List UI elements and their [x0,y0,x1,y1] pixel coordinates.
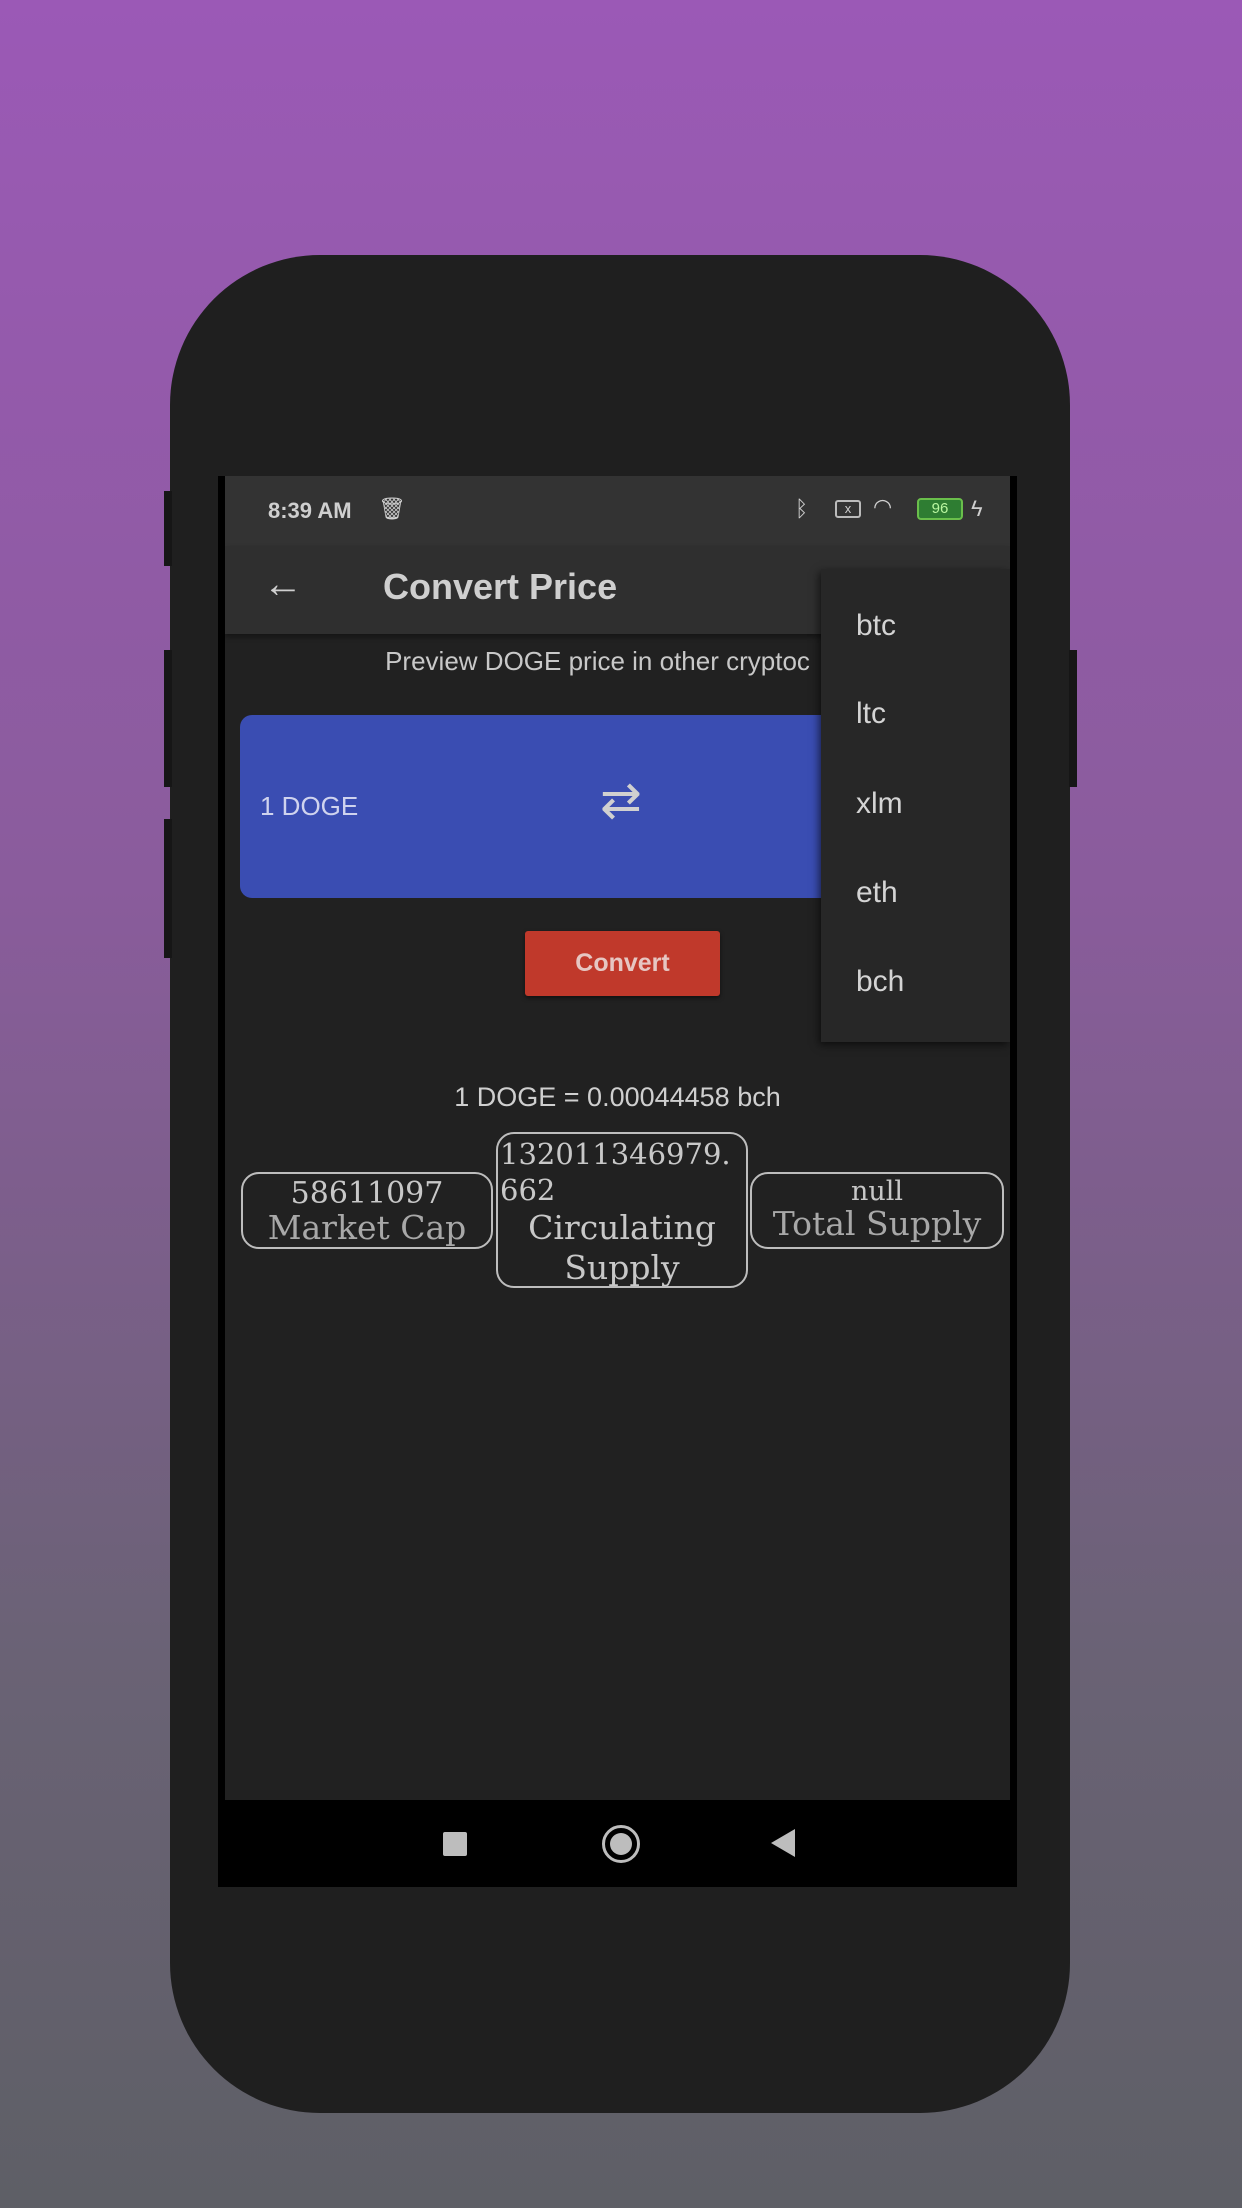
menu-item-btc[interactable]: btc [856,609,896,643]
menu-item-bch[interactable]: bch [856,965,904,999]
total-supply-value: null [850,1176,904,1207]
menu-item-eth[interactable]: eth [856,876,898,910]
side-button [164,491,172,566]
market-cap-label: Market Cap [267,1208,467,1247]
market-cap-box: 58611097 Market Cap [241,1172,493,1249]
total-supply-label: Total Supply [772,1204,982,1243]
conversion-result: 1 DOGE = 0.00044458 bch [454,1082,781,1112]
circulating-supply-value: 132011346979.662 [500,1137,731,1207]
recents-icon[interactable] [443,1832,467,1856]
circulating-supply-box: 132011346979.662 Circulating Supply [496,1132,748,1288]
swap-icon[interactable]: ⇄ [600,771,642,829]
home-icon[interactable] [602,1825,640,1863]
status-time: 8:39 AM [268,498,352,523]
menu-item-ltc[interactable]: ltc [856,697,886,731]
sim-icon: x [835,500,861,518]
circulating-supply-label: Circulating Supply [528,1208,716,1287]
status-bar: 8:39 AM 🗑 ᛒ x ◠ 96 ϟ [225,476,1010,546]
back-arrow-icon[interactable]: ← [263,562,303,607]
trash-icon: 🗑 [378,496,406,521]
currency-dropdown-menu: btc ltc xlm eth bch [821,569,1010,1042]
bluetooth-icon: ᛒ [795,496,809,521]
back-icon[interactable] [771,1829,795,1857]
convert-button[interactable]: Convert [525,931,720,996]
app-content: 8:39 AM 🗑 ᛒ x ◠ 96 ϟ ← Convert Price Pre… [225,476,1010,1800]
side-button [164,650,172,787]
wifi-icon: ◠ [873,494,893,519]
navigation-bar [218,1800,1017,1887]
market-cap-value: 58611097 [290,1176,444,1211]
amount-label: 1 DOGE [260,791,359,821]
page-title: Convert Price [383,566,618,607]
side-button [1069,650,1077,787]
total-supply-box: null Total Supply [750,1172,1004,1249]
menu-item-xlm[interactable]: xlm [856,787,903,821]
side-button [164,819,172,958]
charging-icon: ϟ [971,496,983,521]
battery-icon: 96 [917,498,963,520]
